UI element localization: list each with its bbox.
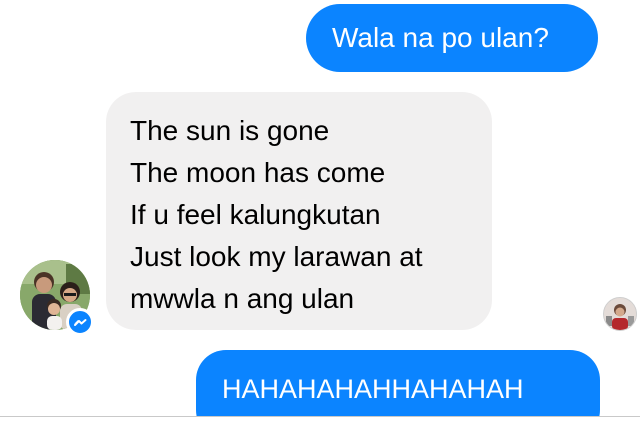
outgoing-message-text: Wala na po ulan? <box>332 22 549 53</box>
seen-avatar-icon <box>604 298 636 330</box>
messenger-badge <box>66 308 94 336</box>
incoming-message-line: The sun is gone <box>130 115 330 146</box>
incoming-message-line: The moon has come <box>130 157 386 188</box>
incoming-message-line: Just look my larawan at <box>130 241 423 272</box>
outgoing-message-bubble[interactable]: Wala na po ulan? <box>306 4 598 72</box>
read-receipt-avatar <box>603 297 637 331</box>
bottom-divider <box>0 416 640 427</box>
outgoing-message-text: HAHAHAHAHHAHAHAH <box>222 374 524 404</box>
incoming-message-bubble[interactable]: The sun is gone The moon has come If u f… <box>106 92 492 330</box>
incoming-message-line: mwwla n ang ulan <box>130 283 355 314</box>
chat-thread: Wala na po ulan? The sun is gone The moo… <box>0 0 640 427</box>
incoming-message-line: If u feel kalungkutan <box>130 199 381 230</box>
messenger-icon <box>74 319 87 326</box>
